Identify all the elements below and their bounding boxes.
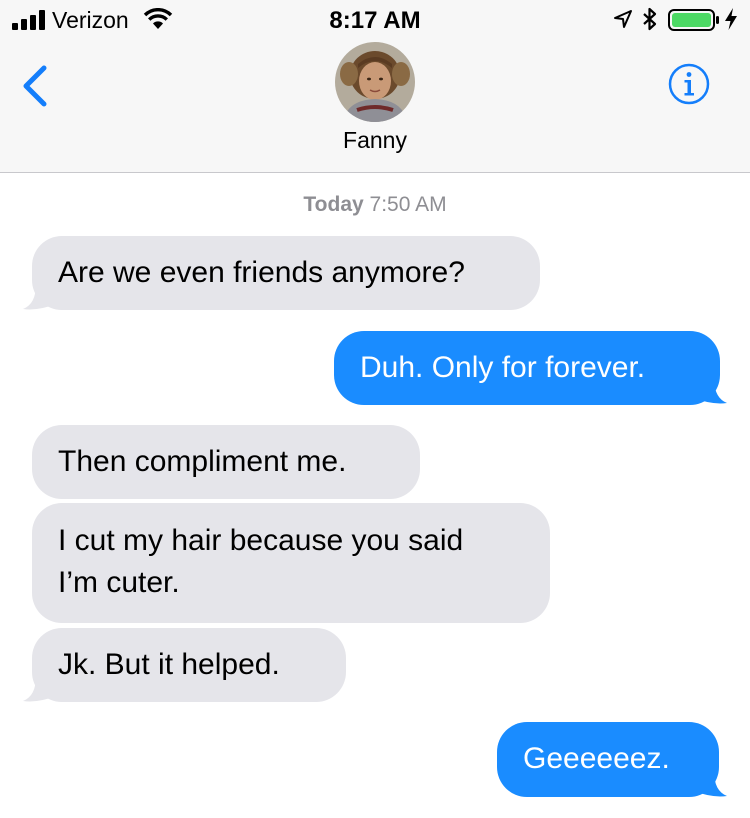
location-icon bbox=[614, 10, 632, 28]
incoming-message-bubble[interactable]: Jk. But it helped. bbox=[32, 628, 346, 702]
timestamp-day: Today bbox=[303, 193, 364, 216]
outgoing-message-bubble[interactable]: Geeeeeez. bbox=[497, 722, 719, 797]
incoming-message-bubble[interactable]: I cut my hair because you said I’m cuter… bbox=[32, 503, 550, 623]
contact-name[interactable]: Fanny bbox=[0, 127, 750, 154]
battery-icon bbox=[668, 9, 719, 31]
message-text: Are we even friends anymore? bbox=[58, 256, 465, 289]
status-bar: Verizon 8:17 AM bbox=[0, 0, 750, 40]
incoming-message-bubble[interactable]: Are we even friends anymore? bbox=[32, 236, 540, 310]
status-time: 8:17 AM bbox=[329, 7, 421, 34]
conversation-timestamp: Today 7:50 AM bbox=[0, 193, 750, 217]
contact-avatar[interactable] bbox=[335, 42, 415, 122]
bluetooth-icon bbox=[643, 7, 657, 31]
back-chevron-icon[interactable] bbox=[20, 64, 50, 108]
message-text: Duh. Only for forever. bbox=[360, 351, 646, 384]
timestamp-time: 7:50 AM bbox=[369, 193, 447, 216]
message-text: Geeeeeez. bbox=[523, 742, 670, 775]
incoming-message-bubble[interactable]: Then compliment me. bbox=[32, 425, 420, 499]
message-text: Jk. But it helped. bbox=[58, 648, 280, 681]
charging-bolt-icon bbox=[725, 8, 737, 30]
info-icon[interactable] bbox=[668, 63, 710, 105]
outgoing-message-bubble[interactable]: Duh. Only for forever. bbox=[334, 331, 720, 405]
message-text-line: I cut my hair because you said bbox=[58, 524, 464, 557]
message-text: Then compliment me. bbox=[58, 445, 347, 478]
contact-photo bbox=[335, 42, 415, 122]
navigation-header: Verizon 8:17 AM Fanny bbox=[0, 0, 750, 173]
message-text-line: I’m cuter. bbox=[58, 566, 180, 599]
